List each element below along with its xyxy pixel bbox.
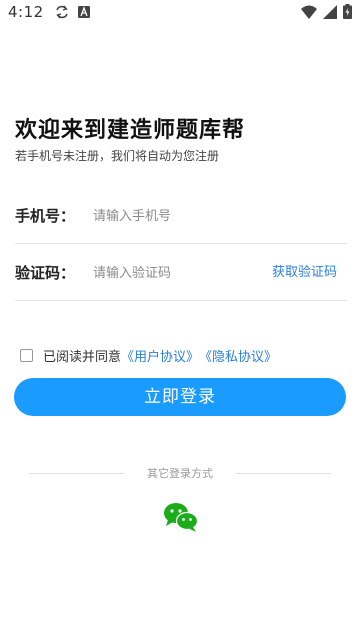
phone-input[interactable] [93, 204, 263, 228]
code-row: 验证码： 获取验证码 [15, 245, 347, 301]
agreement-row: 已阅读并同意 《用户协议》 《隐私协议》 [20, 346, 277, 365]
page-subtitle: 若手机号未注册，我们将自动为您注册 [15, 149, 220, 163]
user-agreement-link[interactable]: 《用户协议》 [121, 346, 199, 365]
battery-icon [343, 4, 352, 23]
status-right-icons [301, 4, 352, 23]
code-label: 验证码： [15, 264, 76, 282]
wechat-icon [163, 503, 199, 537]
signal-icon [323, 4, 337, 23]
sync-icon [54, 4, 70, 20]
wifi-icon [301, 5, 317, 23]
login-button[interactable]: 立即登录 [14, 378, 346, 416]
page-title: 欢迎来到建造师题库帮 [15, 118, 246, 143]
code-input[interactable] [93, 261, 263, 285]
privacy-agreement-link[interactable]: 《隐私协议》 [199, 346, 277, 365]
font-icon [77, 6, 90, 18]
phone-label: 手机号： [15, 207, 76, 225]
status-time: 4:12 [8, 3, 44, 21]
agreement-text: 已阅读并同意 [43, 350, 122, 365]
get-code-button[interactable]: 获取验证码 [272, 245, 337, 301]
other-login-label: 其它登录方式 [147, 467, 213, 480]
agreement-checkbox[interactable] [20, 349, 33, 362]
status-bar: 4:12 [0, 0, 360, 24]
wechat-login-button[interactable] [163, 501, 199, 533]
phone-row: 手机号： [15, 188, 347, 244]
